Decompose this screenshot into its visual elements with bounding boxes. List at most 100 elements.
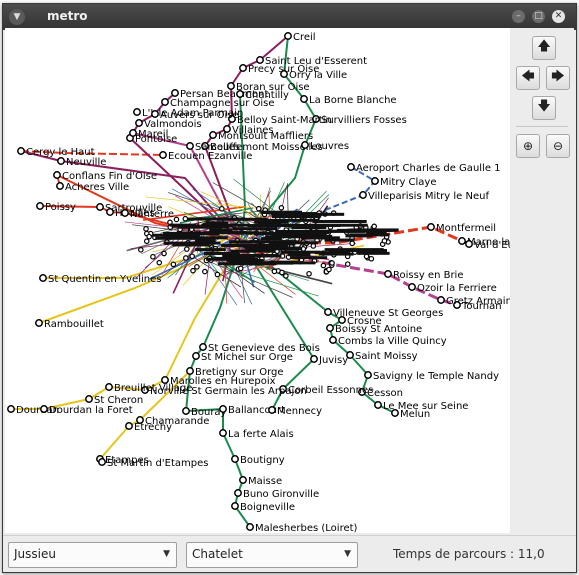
station-marker[interactable] — [325, 309, 331, 315]
station-marker[interactable] — [247, 524, 253, 530]
station-marker[interactable] — [279, 206, 283, 210]
station-marker[interactable] — [99, 459, 105, 465]
station-marker[interactable] — [145, 239, 149, 243]
station-marker[interactable] — [54, 172, 60, 178]
station-marker[interactable] — [257, 57, 263, 63]
station-marker[interactable] — [185, 247, 189, 251]
station-marker[interactable] — [280, 270, 284, 274]
station-marker[interactable] — [232, 456, 238, 462]
station-marker[interactable] — [152, 111, 158, 117]
station-marker[interactable] — [183, 217, 187, 221]
station-marker[interactable] — [220, 406, 226, 412]
station-marker[interactable] — [409, 284, 415, 290]
station-marker[interactable] — [365, 372, 371, 378]
station-marker[interactable] — [438, 297, 444, 303]
station-marker[interactable] — [57, 183, 63, 189]
departure-station-select[interactable]: Jussieu ▼ — [8, 542, 177, 568]
window-menu-button[interactable]: ▼ — [9, 9, 25, 25]
station-marker[interactable] — [385, 271, 391, 277]
station-marker[interactable] — [281, 71, 287, 77]
station-marker[interactable] — [151, 255, 155, 259]
station-marker[interactable] — [18, 148, 24, 154]
station-marker[interactable] — [187, 368, 193, 374]
station-marker[interactable] — [285, 33, 291, 39]
station-marker[interactable] — [220, 430, 226, 436]
station-marker[interactable] — [184, 256, 188, 260]
station-marker[interactable] — [144, 227, 148, 231]
station-marker[interactable] — [134, 109, 140, 115]
station-marker[interactable] — [130, 130, 136, 136]
station-marker[interactable] — [330, 337, 336, 343]
station-marker[interactable] — [139, 248, 143, 252]
maximize-button[interactable]: □ — [532, 10, 545, 23]
station-marker[interactable] — [327, 267, 331, 271]
station-marker[interactable] — [232, 503, 238, 509]
station-marker[interactable] — [172, 90, 178, 96]
station-marker[interactable] — [284, 274, 288, 278]
station-marker[interactable] — [157, 260, 161, 264]
station-marker[interactable] — [372, 178, 378, 184]
station-marker[interactable] — [330, 261, 334, 265]
pan-down-button[interactable]: 🡇 — [532, 96, 556, 120]
pan-up-button[interactable]: 🡅 — [532, 36, 556, 60]
pan-right-button[interactable]: 🡆 — [546, 66, 570, 90]
station-marker[interactable] — [58, 158, 64, 164]
station-marker[interactable] — [339, 317, 345, 323]
station-marker[interactable] — [466, 241, 472, 247]
station-marker[interactable] — [106, 384, 112, 390]
station-marker[interactable] — [302, 142, 308, 148]
station-marker[interactable] — [240, 65, 246, 71]
station-marker[interactable] — [162, 251, 166, 255]
station-marker[interactable] — [311, 356, 317, 362]
station-marker[interactable] — [360, 192, 366, 198]
station-marker[interactable] — [41, 406, 47, 412]
station-marker[interactable] — [171, 262, 175, 266]
station-marker[interactable] — [147, 234, 151, 238]
minimize-button[interactable]: – — [512, 10, 525, 23]
station-marker[interactable] — [126, 423, 132, 429]
station-marker[interactable] — [203, 269, 207, 273]
station-marker[interactable] — [311, 244, 315, 248]
station-marker[interactable] — [37, 203, 43, 209]
station-marker[interactable] — [369, 257, 373, 261]
station-marker[interactable] — [240, 477, 246, 483]
station-marker[interactable] — [137, 417, 143, 423]
station-marker[interactable] — [86, 396, 92, 402]
station-marker[interactable] — [269, 407, 275, 413]
station-marker[interactable] — [372, 224, 376, 228]
station-marker[interactable] — [257, 206, 261, 210]
station-marker[interactable] — [195, 265, 199, 269]
close-button[interactable]: ✕ — [552, 10, 565, 23]
metro-map-canvas[interactable]: CreilSaint Leu d'EsserentPrecy sur OiseO… — [5, 28, 510, 533]
station-marker[interactable] — [350, 241, 354, 245]
station-marker[interactable] — [210, 132, 216, 138]
station-marker[interactable] — [364, 254, 368, 258]
station-marker[interactable] — [160, 152, 166, 158]
station-marker[interactable] — [191, 268, 195, 272]
station-marker[interactable] — [321, 263, 325, 267]
station-marker[interactable] — [348, 164, 354, 170]
station-marker[interactable] — [235, 490, 241, 496]
station-marker[interactable] — [97, 204, 103, 210]
station-marker[interactable] — [428, 224, 434, 230]
station-marker[interactable] — [36, 320, 42, 326]
station-marker[interactable] — [136, 120, 142, 126]
station-marker[interactable] — [301, 96, 307, 102]
zoom-out-button[interactable]: ⊖ — [546, 134, 570, 158]
station-marker[interactable] — [8, 406, 14, 412]
station-marker[interactable] — [307, 272, 311, 276]
station-marker[interactable] — [122, 210, 128, 216]
zoom-in-button[interactable]: ⊕ — [516, 134, 540, 158]
station-marker[interactable] — [193, 353, 199, 359]
station-marker[interactable] — [107, 209, 113, 215]
station-marker[interactable] — [174, 217, 178, 221]
station-marker[interactable] — [459, 238, 465, 244]
station-marker[interactable] — [162, 99, 168, 105]
station-marker[interactable] — [40, 275, 46, 281]
arrival-station-select[interactable]: Chatelet ▼ — [186, 542, 358, 568]
station-marker[interactable] — [392, 410, 398, 416]
station-marker[interactable] — [200, 344, 206, 350]
station-marker[interactable] — [382, 239, 386, 243]
station-marker[interactable] — [215, 272, 219, 276]
metro-map[interactable]: CreilSaint Leu d'EsserentPrecy sur OiseO… — [5, 28, 510, 533]
